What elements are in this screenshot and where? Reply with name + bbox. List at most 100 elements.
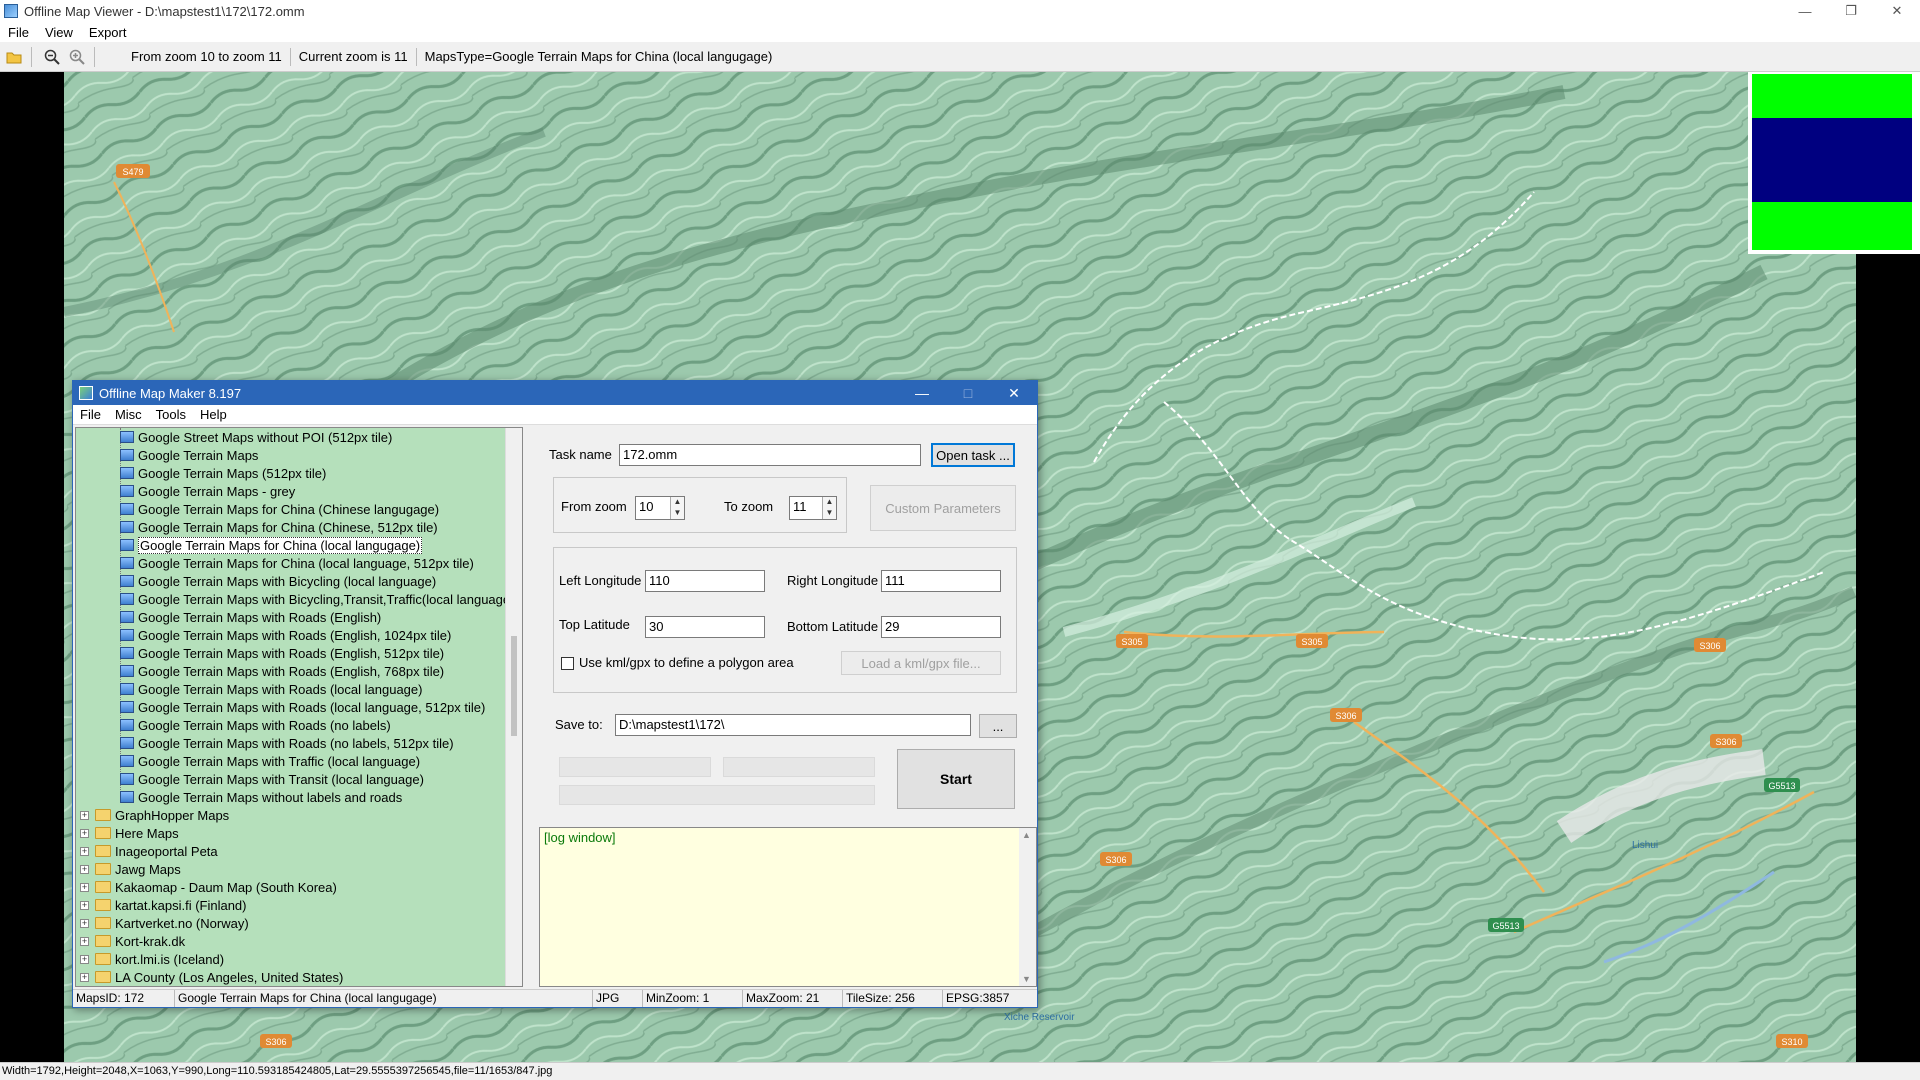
tree-folder[interactable]: + Kakaomap - Daum Map (South Korea) <box>80 878 337 896</box>
tree-folder[interactable]: + Jawg Maps <box>80 860 181 878</box>
tree-item-map-source[interactable]: Google Terrain Maps with Roads (no label… <box>120 734 454 752</box>
spinner-down-icon[interactable]: ▼ <box>822 508 836 519</box>
open-task-button[interactable]: Open task ... <box>931 443 1015 467</box>
to-zoom-spinner[interactable]: 11 ▲ ▼ <box>789 496 837 520</box>
minimap[interactable] <box>1748 72 1920 254</box>
menu-file[interactable]: File <box>0 25 37 40</box>
custom-parameters-button[interactable]: Custom Parameters <box>870 485 1016 531</box>
tree-item-map-source[interactable]: Google Terrain Maps for China (Chinese l… <box>120 500 439 518</box>
kml-checkbox-label[interactable]: Use kml/gpx to define a polygon area <box>579 655 794 670</box>
kml-checkbox[interactable] <box>561 657 574 670</box>
tree-folder[interactable]: + LA County (Los Angeles, United States) <box>80 968 343 986</box>
viewer-status-bar: Width=1792,Height=2048,X=1063,Y=990,Long… <box>0 1062 1920 1080</box>
tree-item-map-source[interactable]: Google Terrain Maps with Bicycling (loca… <box>120 572 436 590</box>
open-folder-icon[interactable] <box>3 46 25 68</box>
road-shield-g5513: G5513 <box>1764 778 1800 792</box>
tree-item-map-source[interactable]: Google Terrain Maps with Roads (local la… <box>120 680 422 698</box>
expand-icon[interactable]: + <box>80 828 89 838</box>
tree-item-map-source[interactable]: Google Terrain Maps with Traffic (local … <box>120 752 420 770</box>
spinner-up-icon[interactable]: ▲ <box>822 497 836 508</box>
tree-item-map-source[interactable]: Google Terrain Maps with Transit (local … <box>120 770 424 788</box>
tree-item-map-source[interactable]: Google Terrain Maps with Roads (no label… <box>120 716 391 734</box>
zoom-out-icon[interactable] <box>41 46 63 68</box>
tree-item-map-source[interactable]: Google Terrain Maps with Roads (English,… <box>120 626 451 644</box>
restore-icon[interactable]: ❐ <box>1828 0 1874 22</box>
scroll-up-icon[interactable]: ▲ <box>1022 830 1031 840</box>
svg-text:S310: S310 <box>1781 1037 1802 1047</box>
expand-icon[interactable]: + <box>80 954 89 964</box>
tree-item-map-source[interactable]: Google Terrain Maps for China (local lan… <box>120 554 474 572</box>
map-tile-icon <box>120 737 134 749</box>
close-icon[interactable]: ✕ <box>991 381 1037 405</box>
menu-view[interactable]: View <box>37 25 81 40</box>
map-tile-icon <box>120 485 134 497</box>
expand-icon[interactable]: + <box>80 936 89 946</box>
bottom-latitude-input[interactable]: 29 <box>881 616 1001 638</box>
expand-icon[interactable]: + <box>80 972 89 982</box>
menu-help[interactable]: Help <box>193 407 234 422</box>
tree-item-map-source[interactable]: Google Terrain Maps for China (Chinese, … <box>120 518 438 536</box>
tree-folder[interactable]: + Inageoportal Peta <box>80 842 218 860</box>
tree-item-label: Google Terrain Maps for China (local lan… <box>138 536 423 554</box>
to-zoom-value: 11 <box>793 499 807 514</box>
svg-text:G5513: G5513 <box>1768 781 1795 791</box>
from-zoom-spinner[interactable]: 10 ▲ ▼ <box>635 496 685 520</box>
tree-folder[interactable]: + Here Maps <box>80 824 179 842</box>
tree-item-map-source[interactable]: Google Terrain Maps without labels and r… <box>120 788 402 806</box>
left-longitude-input[interactable]: 110 <box>645 570 765 592</box>
spinner-up-icon[interactable]: ▲ <box>670 497 684 508</box>
tree-item-map-source[interactable]: Google Terrain Maps for China (local lan… <box>120 536 423 554</box>
tree-item-map-source[interactable]: Google Terrain Maps with Roads (English,… <box>120 644 444 662</box>
tree-item-map-source[interactable]: Google Terrain Maps <box>120 446 258 464</box>
tree-item-map-source[interactable]: Google Terrain Maps with Roads (English,… <box>120 662 444 680</box>
expand-icon[interactable]: + <box>80 918 89 928</box>
zoom-in-icon[interactable] <box>66 46 88 68</box>
menu-tools[interactable]: Tools <box>149 407 193 422</box>
top-latitude-input[interactable]: 30 <box>645 616 765 638</box>
tree-item-map-source[interactable]: Google Street Maps without POI (512px ti… <box>120 428 392 446</box>
menu-misc[interactable]: Misc <box>108 407 149 422</box>
browse-button[interactable]: ... <box>979 714 1017 738</box>
expand-icon[interactable]: + <box>80 900 89 910</box>
tree-item-label: Google Terrain Maps with Roads (no label… <box>138 735 454 751</box>
tree-item-label: Google Terrain Maps with Traffic (local … <box>138 753 421 769</box>
minimize-icon[interactable]: — <box>1782 0 1828 22</box>
expand-icon[interactable]: + <box>80 864 89 874</box>
tree-folder[interactable]: + Kort-krak.dk <box>80 932 185 950</box>
expand-icon[interactable]: + <box>80 882 89 892</box>
tree-folder[interactable]: + kartat.kapsi.fi (Finland) <box>80 896 247 914</box>
tree-item-map-source[interactable]: Google Terrain Maps - grey <box>120 482 295 500</box>
right-longitude-input[interactable]: 111 <box>881 570 1001 592</box>
minimize-icon[interactable]: — <box>899 381 945 405</box>
tree-scrollbar[interactable] <box>505 428 522 986</box>
viewer-toolbar: From zoom 10 to zoom 11 Current zoom is … <box>0 42 1920 72</box>
map-source-tree[interactable]: Google Street Maps without POI (512px ti… <box>75 427 523 987</box>
menu-file[interactable]: File <box>73 407 108 422</box>
dialog-titlebar[interactable]: Offline Map Maker 8.197 — □ ✕ <box>73 381 1037 405</box>
tree-item-map-source[interactable]: Google Terrain Maps with Roads (English) <box>120 608 381 626</box>
tree-folder[interactable]: + GraphHopper Maps <box>80 806 229 824</box>
spinner-down-icon[interactable]: ▼ <box>670 508 684 519</box>
tree-folder[interactable]: + kort.lmi.is (Iceland) <box>80 950 224 968</box>
tree-folder[interactable]: + Kartverket.no (Norway) <box>80 914 249 932</box>
tree-item-map-source[interactable]: Google Terrain Maps (512px tile) <box>120 464 326 482</box>
load-kml-button[interactable]: Load a kml/gpx file... <box>841 651 1001 675</box>
save-to-input[interactable]: D:\mapstest1\172\ <box>615 714 971 736</box>
scroll-down-icon[interactable]: ▼ <box>1022 974 1031 984</box>
status-maps-name: Google Terrain Maps for China (local lan… <box>175 990 593 1007</box>
start-button[interactable]: Start <box>897 749 1015 809</box>
tree-item-map-source[interactable]: Google Terrain Maps with Bicycling,Trans… <box>120 590 514 608</box>
close-icon[interactable]: ✕ <box>1874 0 1920 22</box>
task-name-input[interactable]: 172.omm <box>619 444 921 466</box>
from-zoom-label: From zoom <box>561 499 627 514</box>
maximize-icon[interactable]: □ <box>945 381 991 405</box>
svg-text:S305: S305 <box>1121 637 1142 647</box>
tree-scrollbar-thumb[interactable] <box>511 636 517 736</box>
log-scrollbar[interactable]: ▲ ▼ <box>1019 828 1036 986</box>
expand-icon[interactable]: + <box>80 810 89 820</box>
menu-export[interactable]: Export <box>81 25 135 40</box>
tree-item-map-source[interactable]: Google Terrain Maps with Roads (local la… <box>120 698 485 716</box>
log-window[interactable]: [log window] ▲ ▼ <box>539 827 1037 987</box>
expand-icon[interactable]: + <box>80 846 89 856</box>
map-tile-icon <box>120 593 134 605</box>
